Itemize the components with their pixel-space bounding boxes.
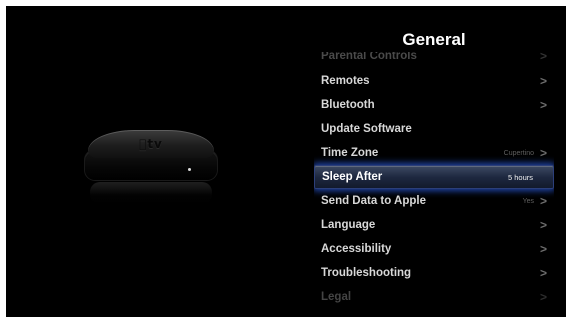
chevron-right-icon: > [539, 52, 547, 63]
menu-item-troubleshooting[interactable]: Troubleshooting > [314, 261, 554, 285]
menu-item-value: Yes [522, 197, 534, 205]
device-logo-text: tv [143, 137, 162, 151]
apple-tv-device-image: tv [84, 130, 218, 210]
menu-title: General [402, 30, 466, 49]
menu-item-value: Cupertino [503, 149, 534, 157]
device-reflection [90, 182, 212, 204]
chevron-right-icon: > [539, 290, 547, 304]
menu-item-label: Parental Controls [321, 52, 417, 62]
chevron-right-icon: > [539, 74, 547, 88]
menu-item-label: Update Software [321, 123, 412, 135]
menu-item-label: Legal [321, 291, 352, 303]
menu-item-value: 5 hours [507, 172, 533, 182]
menu-item-time-zone[interactable]: Time Zone Cupertino > [314, 141, 554, 165]
menu-item-bluetooth[interactable]: Bluetooth > [314, 93, 554, 117]
chevron-right-icon: > [539, 146, 547, 160]
chevron-right-icon: > [539, 194, 547, 208]
menu-item-accessibility[interactable]: Accessibility > [314, 237, 554, 261]
apple-tv-screen: tv General Parental Controls > Remotes … [6, 6, 566, 317]
menu-item-label: Remotes [321, 75, 370, 87]
menu-item-label: Troubleshooting [321, 267, 412, 279]
menu-item-parental-controls[interactable]: Parental Controls > [314, 52, 554, 68]
menu-item-language[interactable]: Language > [314, 213, 554, 237]
menu-item-legal[interactable]: Legal > [314, 285, 554, 308]
menu-item-sleep-after[interactable]: Sleep After 5 hours [314, 165, 554, 189]
menu-item-label: Bluetooth [321, 99, 375, 111]
menu-item-label: Time Zone [321, 147, 379, 159]
device-top: tv [88, 130, 214, 158]
chevron-right-icon: > [539, 242, 547, 256]
menu-item-label: Language [321, 219, 376, 231]
chevron-right-icon: > [539, 218, 547, 232]
menu-item-label: Send Data to Apple [321, 195, 426, 207]
menu-item-send-data-to-apple[interactable]: Send Data to Apple Yes > [314, 189, 554, 213]
menu-item-label: Sleep After [322, 171, 383, 183]
apple-tv-logo: tv [88, 137, 214, 151]
chevron-right-icon: > [539, 266, 547, 280]
chevron-right-icon: > [539, 98, 547, 112]
menu-item-remotes[interactable]: Remotes > [314, 69, 554, 93]
menu-item-update-software[interactable]: Update Software [314, 117, 554, 141]
device-status-light [188, 168, 191, 171]
menu-item-label: Accessibility [321, 243, 392, 255]
general-settings-menu: Parental Controls > Remotes > Bluetooth … [314, 52, 554, 308]
